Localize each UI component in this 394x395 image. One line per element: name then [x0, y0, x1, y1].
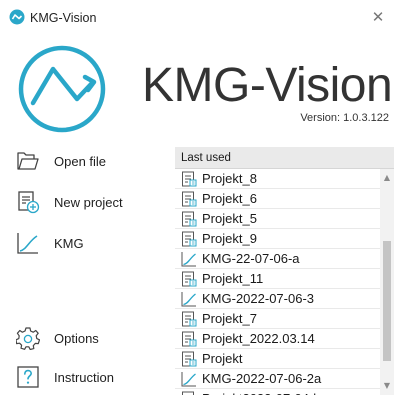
- project-file-icon: [182, 311, 197, 326]
- list-item-label: KMG-2022-07-06-2a: [202, 371, 322, 386]
- brand-logo-icon: [18, 45, 106, 133]
- project-file-icon: [182, 351, 197, 366]
- list-item-label: Projekt_6: [202, 191, 257, 206]
- recent-files-panel: Last used Projekt_8 Projekt_6 Projekt_5 Pro…: [170, 145, 394, 395]
- list-item-label: Projekt: [202, 351, 243, 366]
- list-item[interactable]: Projekt_7: [175, 309, 380, 329]
- project-file-icon: [182, 231, 197, 246]
- app-logo-icon: [9, 9, 25, 25]
- title-bar: KMG-Vision ✕: [0, 0, 394, 34]
- list-item-label: Projekt_9: [202, 231, 257, 246]
- options-label: Options: [54, 330, 99, 346]
- list-item[interactable]: Projekt_11: [175, 269, 380, 289]
- window-title: KMG-Vision: [30, 11, 97, 25]
- scroll-up-icon[interactable]: ▲: [380, 171, 394, 185]
- list-item-label: KMG-22-07-06-a: [202, 251, 300, 266]
- options-button[interactable]: Options: [16, 325, 156, 351]
- list-item-label: Projekt_2022.03.14: [202, 331, 315, 346]
- list-item-label: Projekt_11: [202, 271, 264, 286]
- scroll-down-icon[interactable]: ▼: [380, 379, 394, 393]
- gear-icon: [16, 327, 40, 350]
- list-item[interactable]: Projekt_2022.03.14: [175, 329, 380, 349]
- folder-icon: [17, 152, 39, 170]
- project-file-icon: [182, 391, 194, 395]
- instruction-button[interactable]: Instruction: [16, 364, 156, 390]
- brand-title: KMG-Vision: [142, 59, 393, 112]
- list-item-label: Projekt_7: [202, 311, 257, 326]
- instruction-label: Instruction: [54, 369, 114, 385]
- new-project-icon: [18, 191, 40, 214]
- recent-list-header: Last used: [175, 147, 394, 169]
- project-file-icon: [182, 191, 197, 206]
- curve-icon: [17, 233, 38, 254]
- kmg-label: KMG: [54, 235, 84, 251]
- curve-icon: [181, 251, 196, 266]
- close-button[interactable]: ✕: [366, 6, 390, 28]
- project-file-icon: [182, 211, 197, 226]
- new-project-button[interactable]: New project: [16, 189, 156, 215]
- list-item-label: Projekt_5: [202, 211, 257, 226]
- list-item[interactable]: Projekt_8: [175, 169, 380, 189]
- list-item[interactable]: Projekt_6: [175, 189, 380, 209]
- vertical-scrollbar[interactable]: ▲ ▼: [380, 169, 394, 395]
- version-label: Version: 1.0.3.122: [300, 112, 389, 124]
- list-item[interactable]: Projekt_9: [175, 229, 380, 249]
- recent-files-list[interactable]: Projekt_8 Projekt_6 Projekt_5 Projekt_9 KMG-…: [175, 169, 380, 395]
- curve-icon: [181, 371, 196, 386]
- list-item[interactable]: KMG-2022-07-06-2a: [175, 369, 380, 389]
- project-file-icon: [182, 171, 197, 186]
- open-file-button[interactable]: Open file: [16, 148, 156, 174]
- list-item[interactable]: Projekt_5: [175, 209, 380, 229]
- scrollbar-thumb[interactable]: [383, 241, 391, 361]
- list-item[interactable]: KMG-2022-07-06-3: [175, 289, 380, 309]
- project-file-icon: [182, 331, 197, 346]
- list-item-label: Projekt2022-07-04-b: [202, 391, 321, 395]
- list-item-label: Projekt_8: [202, 171, 257, 186]
- kmg-button[interactable]: KMG: [16, 230, 156, 256]
- list-item[interactable]: Projekt: [175, 349, 380, 369]
- project-file-icon: [182, 271, 197, 286]
- list-item[interactable]: Projekt2022-07-04-b: [175, 389, 380, 395]
- new-project-label: New project: [54, 194, 123, 210]
- help-icon: [17, 366, 39, 388]
- curve-icon: [181, 291, 196, 306]
- open-file-label: Open file: [54, 153, 107, 169]
- list-item[interactable]: KMG-22-07-06-a: [175, 249, 380, 269]
- list-item-label: KMG-2022-07-06-3: [202, 291, 314, 306]
